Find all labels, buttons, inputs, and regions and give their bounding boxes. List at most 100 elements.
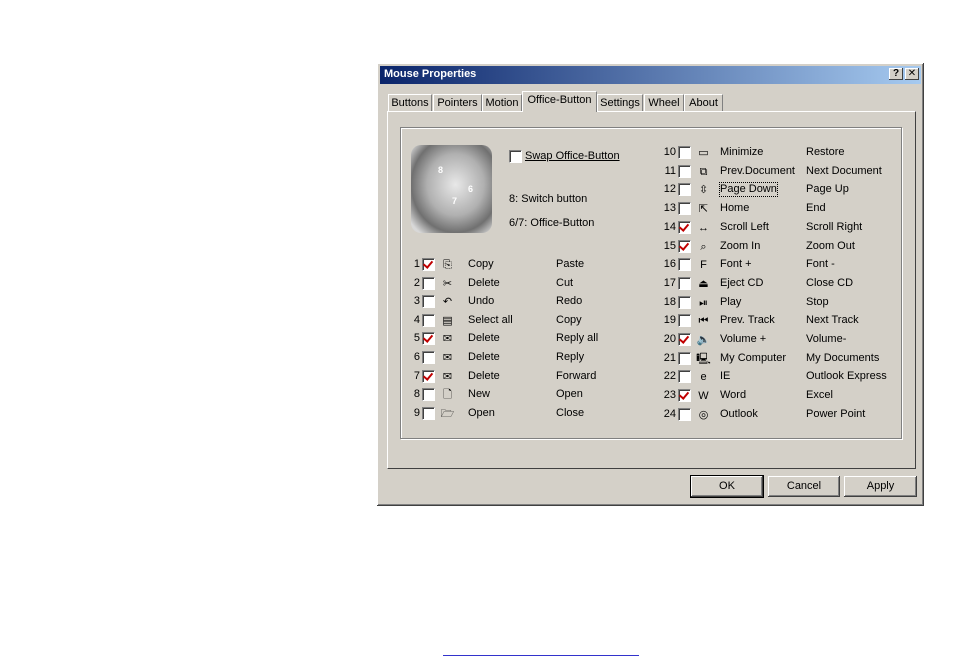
row-secondary-action: Close CD	[806, 276, 854, 289]
row-checkbox[interactable]	[678, 258, 691, 272]
row-checkbox[interactable]	[678, 146, 691, 159]
row-number: 2	[413, 276, 420, 289]
row-checkbox[interactable]	[678, 333, 691, 346]
row-secondary-action: Cut	[556, 276, 574, 289]
row-number: 16	[663, 258, 676, 271]
word-icon: W	[698, 390, 709, 403]
row-checkbox[interactable]	[678, 407, 691, 421]
row-secondary-action: Reply all	[556, 332, 599, 345]
tab-buttons[interactable]: Buttons	[388, 94, 432, 112]
assignment-row: 16 F Font + Font -	[664, 258, 896, 275]
row-checkbox[interactable]	[422, 388, 435, 402]
computer-icon: 🖳	[696, 352, 711, 365]
row-primary-action: New	[468, 388, 491, 401]
switch-button-info: 8: Switch button	[509, 193, 588, 205]
row-checkbox[interactable]	[422, 276, 435, 290]
copy-icon: ⎘	[443, 259, 452, 271]
row-secondary-action: Open	[556, 388, 583, 401]
assignment-row: 20 🔈 Volume + Volume-	[664, 333, 896, 350]
row-number: 10	[663, 146, 676, 158]
row-number: 13	[663, 202, 676, 215]
assignment-row: 22 e IE Outlook Express	[664, 370, 896, 387]
row-checkbox[interactable]	[678, 314, 691, 328]
assignment-row: 17 ⏏ Eject CD Close CD	[664, 276, 896, 294]
row-secondary-action: Next Track	[806, 314, 859, 327]
row-number: 6	[413, 351, 420, 363]
row-checkbox[interactable]	[422, 406, 435, 420]
row-primary-action: Delete	[468, 351, 500, 363]
row-checkbox[interactable]	[678, 370, 691, 384]
close-button[interactable]: ✕	[905, 68, 919, 80]
row-number: 18	[663, 295, 676, 308]
help-button[interactable]: ?	[889, 68, 903, 80]
row-checkbox[interactable]	[678, 202, 691, 216]
row-secondary-action: Next Document	[806, 164, 882, 177]
settings-group: 8 6 7 Swap Office-Button 8: Switch butto…	[400, 127, 902, 439]
row-secondary-action: My Documents	[806, 351, 880, 364]
apply-button[interactable]: Apply	[844, 476, 917, 497]
assignment-row: 2 ✂ Delete Cut	[414, 276, 646, 294]
row-checkbox[interactable]	[678, 183, 691, 197]
row-secondary-action: Volume-	[806, 333, 847, 345]
tab-pointers[interactable]: Pointers	[433, 94, 482, 112]
row-checkbox[interactable]	[422, 258, 435, 271]
row-secondary-action: Font -	[806, 258, 835, 271]
documents-icon: ⧉	[699, 165, 708, 178]
row-checkbox[interactable]	[678, 295, 691, 309]
row-primary-action: Volume +	[720, 333, 767, 345]
tab-settings[interactable]: Settings	[597, 94, 643, 112]
row-checkbox[interactable]	[678, 220, 691, 234]
ok-button[interactable]: OK	[690, 475, 764, 498]
mouse-label-8: 8	[438, 165, 444, 175]
tab-wheel[interactable]: Wheel	[644, 94, 684, 112]
row-checkbox[interactable]	[678, 351, 691, 365]
row-primary-action: Undo	[468, 295, 495, 308]
row-checkbox[interactable]	[422, 332, 435, 346]
tab-about[interactable]: About	[684, 94, 723, 112]
window-title: Mouse Properties	[384, 68, 477, 80]
row-primary-action: Open	[468, 406, 495, 419]
row-checkbox[interactable]	[422, 351, 435, 364]
assignment-row: 15 ⌕ Zoom In Zoom Out	[664, 239, 896, 257]
row-primary-action: Prev. Track	[720, 314, 775, 327]
scroll-icon: ↔	[698, 221, 709, 234]
row-checkbox[interactable]	[678, 164, 691, 178]
swap-office-button-checkbox[interactable]	[509, 150, 522, 163]
row-checkbox[interactable]	[422, 313, 435, 327]
row-checkbox[interactable]	[678, 239, 691, 253]
row-checkbox[interactable]	[422, 369, 435, 383]
assignment-row: 5 ✉ Delete Reply all	[414, 332, 646, 349]
assignment-row: 1 ⎘ Copy Paste	[414, 258, 646, 275]
tab-office-button[interactable]: Office-Button	[522, 91, 597, 112]
play-pause-icon: ⏯	[699, 296, 708, 309]
row-checkbox[interactable]	[422, 295, 435, 309]
assignment-row: 18 ⏯ Play Stop	[664, 295, 896, 313]
row-checkbox[interactable]	[678, 276, 691, 290]
select-all-icon: ▤	[442, 314, 453, 327]
row-secondary-action: Redo	[556, 295, 583, 308]
row-primary-action: Page Down	[719, 182, 778, 198]
row-primary-action: My Computer	[720, 351, 787, 364]
row-number: 9	[413, 406, 420, 419]
row-number: 1	[413, 258, 420, 270]
cancel-button[interactable]: Cancel	[768, 476, 840, 497]
row-number: 21	[663, 351, 676, 364]
row-secondary-action: Copy	[556, 313, 582, 326]
office-button-panel: 8 6 7 Swap Office-Button 8: Switch butto…	[387, 111, 916, 469]
assignment-row: 12 ⇳ Page Down Page Up	[664, 182, 896, 200]
assignment-row: 4 ▤ Select all Copy	[414, 313, 646, 331]
row-secondary-action: Power Point	[806, 407, 866, 420]
undo-icon: ↶	[442, 296, 453, 309]
internet-explorer-icon: e	[700, 371, 707, 384]
row-checkbox[interactable]	[678, 389, 691, 403]
volume-icon: 🔈	[696, 334, 711, 346]
row-number: 15	[663, 239, 676, 252]
row-secondary-action: Paste	[556, 258, 585, 270]
assignment-row: 7 ✉ Delete Forward	[414, 369, 646, 387]
title-bar[interactable]: Mouse Properties ? ✕	[380, 66, 921, 84]
swap-office-button-label[interactable]: Swap Office-Button	[525, 150, 620, 162]
assignment-row: 8 🗋 New Open	[414, 388, 646, 405]
tab-motion[interactable]: Motion	[482, 94, 522, 112]
window-icon: ▭	[698, 147, 709, 159]
row-number: 3	[413, 295, 420, 308]
